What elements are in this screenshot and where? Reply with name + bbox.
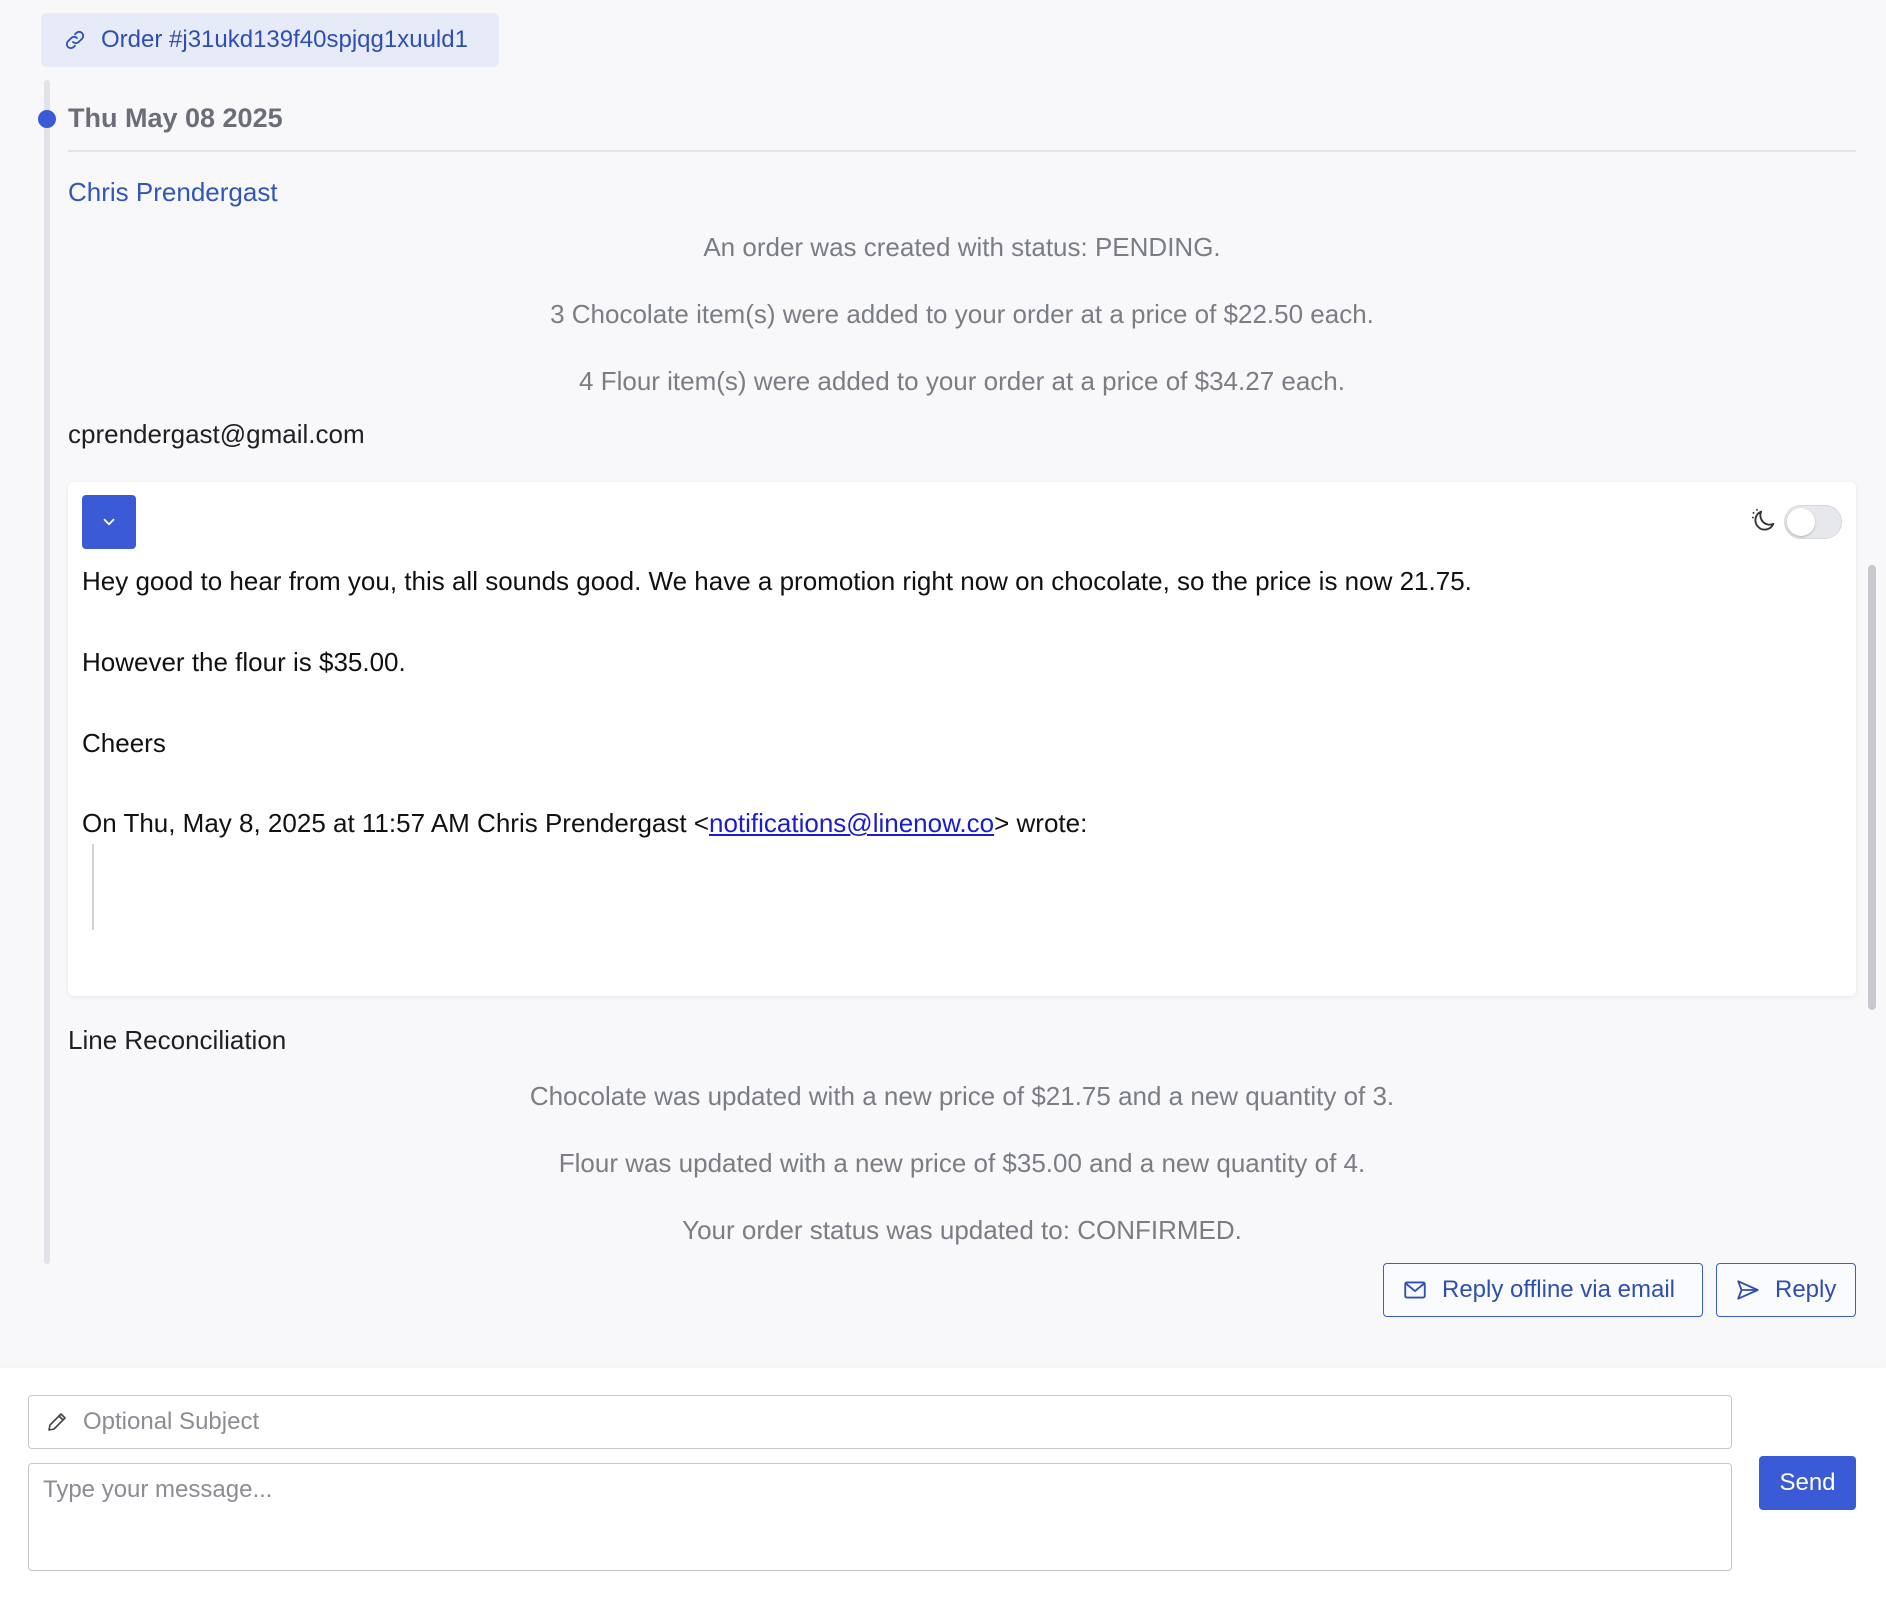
author-name[interactable]: Chris Prendergast (68, 177, 278, 208)
quote-prefix: On Thu, May 8, 2025 at 11:57 AM Chris Pr… (82, 808, 709, 838)
email-sender: cprendergast@gmail.com (68, 419, 365, 449)
event-order-created: An order was created with status: PENDIN… (703, 232, 1221, 262)
message-input[interactable] (28, 1463, 1732, 1571)
email-message-card: Hey good to hear from you, this all soun… (68, 482, 1856, 996)
event-flour-updated: Flour was updated with a new price of $3… (558, 1148, 1366, 1178)
timeline-line (44, 80, 50, 1264)
bottom-strip (0, 1598, 1886, 1618)
reply-offline-label: Reply offline via email (1442, 1276, 1676, 1303)
collapse-button[interactable] (82, 495, 136, 549)
order-id-label: Order #j31ukd139f40spjqg1xuuld1 (101, 26, 468, 53)
quote-bar (92, 844, 94, 930)
event-chocolate-added: 3 Chocolate item(s) were added to your o… (550, 299, 1374, 329)
section-title: Line Reconciliation (68, 1025, 287, 1055)
vertical-scrollbar[interactable] (1868, 565, 1876, 1010)
order-thread-page: Order #j31ukd139f40spjqg1xuuld1 Thu May … (0, 0, 1886, 1618)
subject-field[interactable] (28, 1395, 1732, 1449)
reply-label: Reply (1775, 1276, 1837, 1303)
send-icon (1737, 1280, 1759, 1300)
reply-button[interactable]: Reply (1716, 1263, 1856, 1317)
date-heading: Thu May 08 2025 (68, 103, 283, 133)
chevron-down-icon (103, 518, 115, 526)
email-body-line: Hey good to hear from you, this all soun… (82, 566, 1472, 596)
email-body-line: Cheers (82, 728, 166, 758)
send-button[interactable]: Send (1759, 1456, 1856, 1510)
subject-input[interactable] (83, 1408, 1683, 1436)
email-quote-header: On Thu, May 8, 2025 at 11:57 AM Chris Pr… (82, 808, 1087, 839)
link-icon (65, 30, 85, 50)
message-composer: Send (0, 1368, 1886, 1598)
reply-offline-button[interactable]: Reply offline via email (1383, 1263, 1703, 1317)
notifications-email-link[interactable]: notifications@linenow.co (709, 808, 994, 838)
pencil-icon (48, 1413, 66, 1431)
dark-mode-toggle[interactable] (1784, 505, 1842, 539)
toggle-knob (1787, 508, 1815, 536)
thread-scroll-area[interactable]: Order #j31ukd139f40spjqg1xuuld1 Thu May … (0, 0, 1886, 1368)
mail-icon (1404, 1281, 1426, 1299)
divider (68, 150, 1856, 152)
event-flour-added: 4 Flour item(s) were added to your order… (579, 366, 1345, 396)
event-status-confirmed: Your order status was updated to: CONFIR… (682, 1215, 1242, 1245)
timeline-dot (38, 110, 56, 128)
event-chocolate-updated: Chocolate was updated with a new price o… (529, 1081, 1395, 1111)
email-body-line: However the flour is $35.00. (82, 647, 406, 677)
quote-suffix: > wrote: (994, 808, 1088, 838)
moon-icon (1751, 508, 1775, 531)
order-link-tag[interactable]: Order #j31ukd139f40spjqg1xuuld1 (41, 13, 499, 67)
